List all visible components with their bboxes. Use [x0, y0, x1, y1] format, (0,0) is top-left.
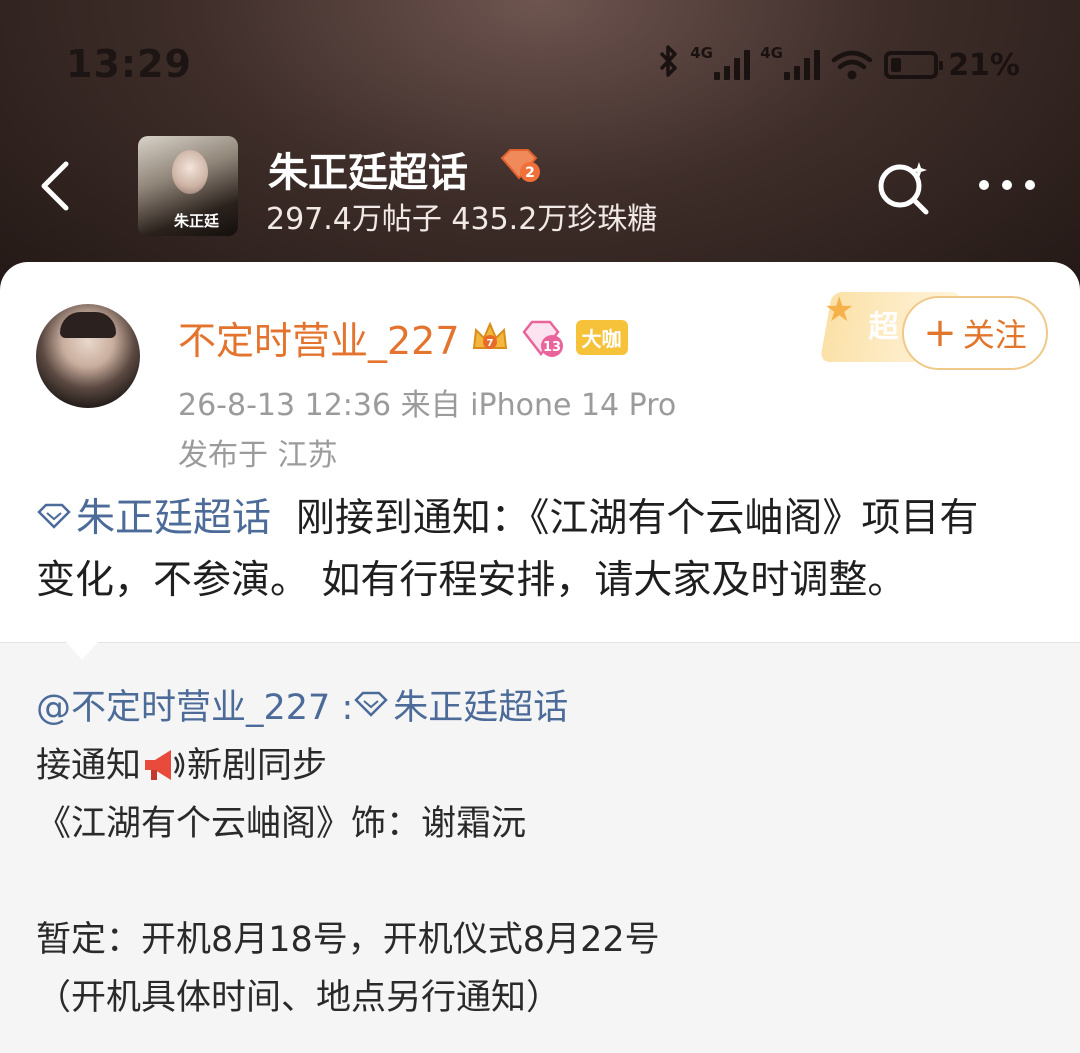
username[interactable]: 不定时营业_227 [178, 310, 460, 365]
post-meta: 26-8-13 12:36 来自 iPhone 14 Pro [178, 388, 677, 423]
topic-link-label: 朱正廷超话 [76, 496, 272, 541]
network-type-1: 4G [690, 44, 713, 62]
repost-line1-b: 新剧同步 [187, 746, 328, 786]
star-icon: ★ [824, 290, 855, 330]
repost-topic-link[interactable]: 朱正廷超话 [353, 688, 568, 728]
megaphone-icon [145, 750, 185, 780]
repost-author[interactable]: @不定时营业_227 [36, 688, 330, 728]
wifi-icon [830, 48, 874, 82]
topic-stats: 297.4万帖子 435.2万珍珠糖 [266, 202, 658, 237]
follow-label: 关注 [962, 316, 1027, 354]
daka-badge: 大咖 [575, 320, 628, 355]
crown-icon: 7 [470, 318, 510, 358]
back-icon[interactable] [36, 158, 76, 214]
status-bar: 13:29 4G 4G 21% [0, 0, 1080, 120]
repost-line-5: （开机具体时间、地点另行通知） [36, 978, 562, 1018]
battery-icon [884, 51, 944, 79]
topic-cover-image[interactable]: 朱正廷 [138, 136, 238, 236]
repost-block[interactable]: @不定时营业_227 : 朱正廷超话 接通知 新剧同步 《江湖有个云岫阁》饰：谢霜… [0, 642, 1080, 1053]
search-icon[interactable] [872, 158, 934, 216]
repost-line1-a: 接通知 [36, 746, 142, 786]
repost-notch [66, 642, 98, 660]
user-row: 不定时营业_227 7 13 大咖 [178, 310, 628, 365]
signal-icon-2: 4G [760, 44, 821, 80]
cover-portrait [172, 150, 208, 194]
topic-title[interactable]: 朱正廷超话 [268, 140, 468, 198]
topic-level-badge: 2 [498, 146, 542, 184]
topic-header: 朱正廷 朱正廷超话 2 297.4万帖子 435.2万珍珠糖 [0, 130, 1080, 240]
status-time: 13:29 [66, 42, 192, 86]
plus-icon: + [923, 310, 957, 356]
repost-line-2: 《江湖有个云岫阁》饰：谢霜沅 [36, 804, 527, 844]
repost-gem-icon [354, 691, 389, 717]
post-text: 朱正廷超话 刚接到通知：《江湖有个云岫阁》项目有 变化，不参演。 如有行程安排，… [36, 488, 1056, 612]
follow-button[interactable]: + 关注 [902, 296, 1048, 370]
repost-line-4: 暂定：开机8月18号，开机仪式8月22号 [36, 920, 660, 960]
repost-line-1: 接通知 新剧同步 [36, 737, 327, 788]
signal-icon-1: 4G [690, 44, 751, 80]
svg-text:7: 7 [486, 338, 493, 349]
network-type-2: 4G [760, 44, 783, 62]
svg-text:2: 2 [525, 165, 535, 181]
battery-percent: 21% [948, 47, 1020, 83]
fan-level-icon: 13 [520, 318, 566, 358]
topic-link[interactable]: 朱正廷超话 [36, 496, 271, 541]
svg-text:13: 13 [542, 340, 560, 355]
post-text-line1: 刚接到通知：《江湖有个云岫阁》项目有 [295, 496, 979, 541]
repost-topic-label: 朱正廷超话 [393, 688, 569, 728]
cover-text: 朱正廷 [174, 212, 220, 230]
repost-header: @不定时营业_227 : 朱正廷超话 [36, 688, 569, 728]
avatar[interactable] [36, 304, 140, 408]
status-icons: 4G 4G 21% [658, 40, 1020, 90]
more-icon[interactable] [976, 160, 1038, 210]
chao-label: 超 [868, 310, 899, 345]
post-card: 不定时营业_227 7 13 大咖 26-8-13 12:36 来自 iPhon… [0, 262, 1080, 642]
post-location: 发布于 江苏 [178, 438, 338, 473]
bluetooth-icon [658, 44, 680, 86]
topic-gem-icon [37, 503, 71, 529]
post-text-line2: 变化，不参演。 如有行程安排，请大家及时调整。 [36, 558, 907, 603]
